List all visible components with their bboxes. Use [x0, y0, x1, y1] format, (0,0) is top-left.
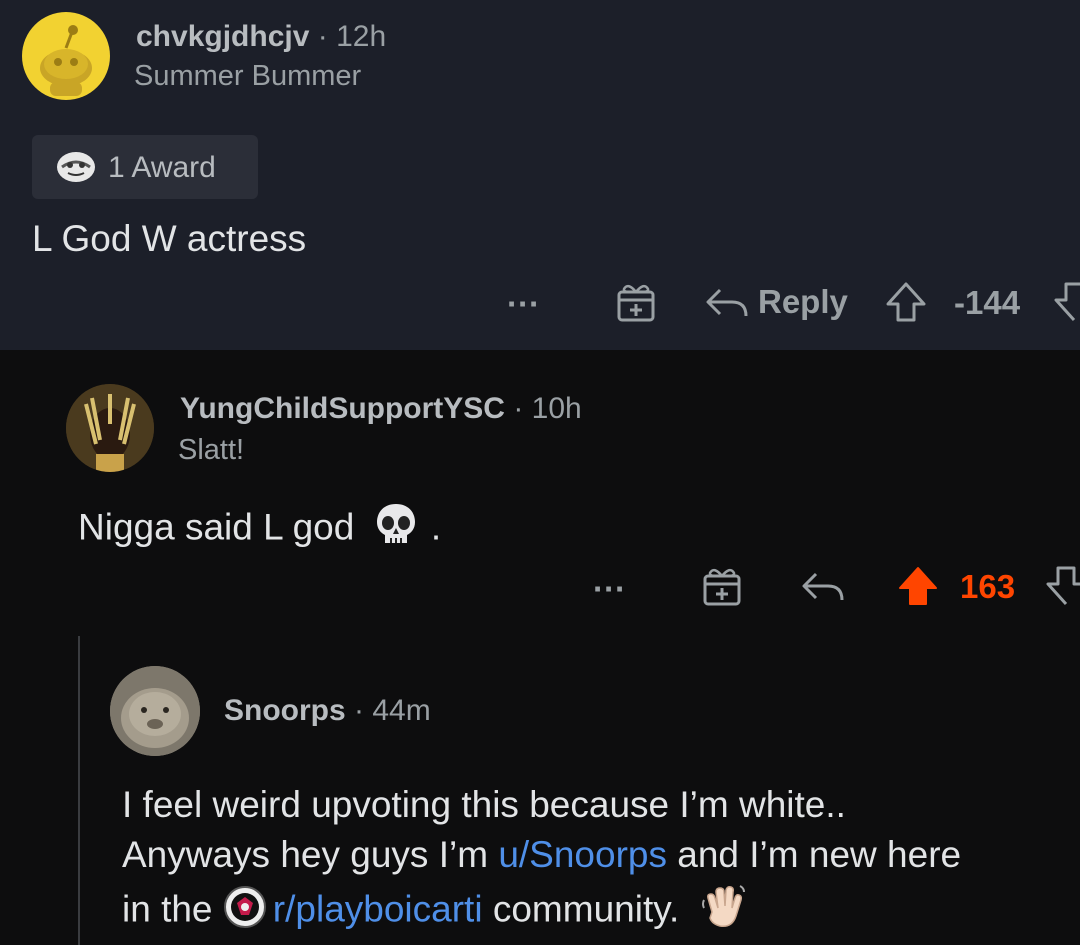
timestamp: 44m: [372, 694, 431, 727]
thread-line[interactable]: [78, 636, 80, 945]
subreddit-icon: [223, 885, 267, 938]
score-text: 163: [960, 568, 1016, 605]
body-suffix: .: [430, 506, 442, 548]
comment-body: L God W actress: [32, 218, 307, 259]
comment-body-line-3: in the r/playboicarti community.: [122, 882, 748, 941]
avatar-snoo-icon[interactable]: [22, 12, 110, 100]
reply-label: Reply: [758, 283, 848, 320]
body-text: community.: [482, 888, 680, 930]
username-text[interactable]: YungChildSupportYSC: [180, 392, 505, 425]
downvote-arrow-icon: [1054, 282, 1080, 322]
award-label: 1 Award: [108, 151, 216, 184]
user-link[interactable]: u/Snoorps: [498, 834, 667, 875]
body-text: and I’m new here: [666, 834, 962, 875]
more-options-button[interactable]: ···: [593, 570, 626, 608]
username-text[interactable]: chvkgjdhcjv: [136, 20, 309, 53]
reply-arrow-icon: [802, 572, 844, 601]
reply-arrow-icon: [706, 288, 748, 317]
downvote-button[interactable]: [1044, 564, 1080, 608]
separator: ·: [354, 694, 365, 727]
more-dots: ···: [507, 285, 540, 322]
reply-button[interactable]: Reply: [704, 282, 848, 322]
give-award-button[interactable]: [700, 564, 744, 608]
body-text: Anyways hey guys I’m: [122, 834, 499, 875]
user-flair: Summer Bummer: [134, 60, 362, 92]
award-badge[interactable]: 1 Award: [32, 135, 258, 199]
downvote-arrow-icon: [1046, 566, 1080, 606]
reply-button[interactable]: [800, 566, 846, 606]
give-award-button[interactable]: [614, 280, 658, 324]
upvote-arrow-icon: [886, 282, 926, 322]
gift-icon: [703, 568, 741, 606]
upvote-button[interactable]: [884, 280, 928, 324]
comment-chvkgjdhcjv: chvkgjdhcjv · 12h Summer Bummer 1 Award …: [0, 0, 1080, 350]
gift-icon: [617, 284, 655, 322]
comment-username[interactable]: YungChildSupportYSC · 10h: [180, 392, 582, 426]
comment-body-line-1: I feel weird upvoting this because I’m w…: [122, 784, 846, 825]
avatar-image[interactable]: [66, 384, 154, 472]
upvote-arrow-filled-icon: [899, 567, 937, 605]
comment-body: Nigga said L god .: [78, 500, 441, 559]
waving-hand-emoji-icon: [698, 882, 748, 941]
vote-score: -144: [954, 284, 1020, 322]
avatar-image[interactable]: [110, 666, 200, 756]
username-text[interactable]: Snoorps: [224, 694, 346, 727]
score-text: -144: [954, 284, 1021, 321]
award-icon: [54, 149, 98, 190]
vote-score: 163: [960, 568, 1015, 606]
separator: ·: [317, 20, 328, 53]
subreddit-link[interactable]: r/playboicarti: [273, 888, 483, 929]
comment-body-line-2: Anyways hey guys I’m u/Snoorps and I’m n…: [122, 834, 961, 876]
user-flair: Slatt!: [178, 434, 245, 466]
skull-emoji-icon: [371, 500, 421, 559]
timestamp: 10h: [531, 392, 582, 425]
downvote-button[interactable]: [1052, 280, 1080, 324]
comment-username[interactable]: chvkgjdhcjv · 12h: [136, 20, 386, 54]
comment-username[interactable]: Snoorps · 44m: [224, 694, 431, 728]
upvote-button-active[interactable]: [896, 564, 940, 608]
body-text: in the: [122, 888, 223, 930]
body-text: Nigga said L god: [78, 506, 355, 548]
separator: ·: [513, 392, 524, 425]
more-dots: ···: [593, 570, 626, 607]
timestamp: 12h: [336, 20, 387, 53]
more-options-button[interactable]: ···: [507, 285, 540, 323]
